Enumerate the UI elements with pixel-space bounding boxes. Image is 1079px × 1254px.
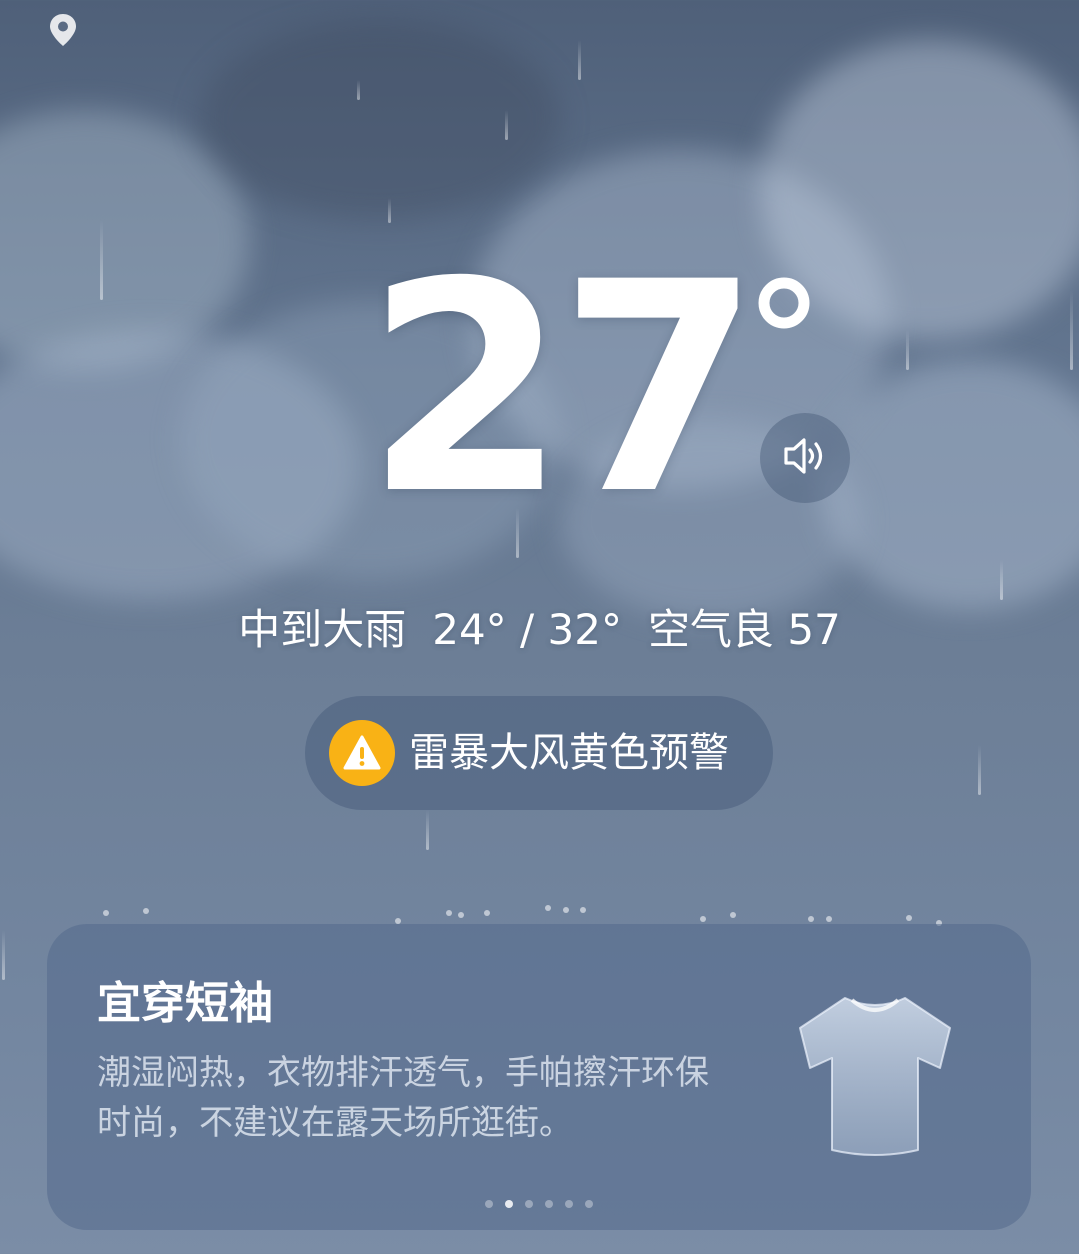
weather-alert-button[interactable]: 雷暴大风黄色预警 xyxy=(305,696,773,810)
page-dot xyxy=(485,1200,493,1208)
weather-summary: 中到大雨 24° / 32° 空气良 57 xyxy=(0,602,1079,658)
current-temperature: 27 xyxy=(365,221,761,558)
clothing-tip-card[interactable]: 宜穿短袖 潮湿闷热，衣物排汗透气，手帕擦汗环保时尚，不建议在露天场所逛街。 xyxy=(47,924,1031,1230)
page-dot xyxy=(565,1200,573,1208)
speaker-button[interactable] xyxy=(760,413,850,503)
page-dot xyxy=(585,1200,593,1208)
alert-text: 雷暴大风黄色预警 xyxy=(409,730,729,776)
temperature-range: 24° / 32° xyxy=(432,605,622,654)
degree-icon xyxy=(750,258,820,348)
weather-condition: 中到大雨 xyxy=(238,605,407,654)
page-dot xyxy=(545,1200,553,1208)
location-pin-icon[interactable] xyxy=(47,12,79,48)
tip-title: 宜穿短袖 xyxy=(97,978,273,1029)
tip-pagination xyxy=(47,1200,1031,1208)
tip-description: 潮湿闷热，衣物排汗透气，手帕擦汗环保时尚，不建议在露天场所逛街。 xyxy=(97,1053,709,1143)
page-dot-active xyxy=(505,1200,513,1208)
page-dot xyxy=(525,1200,533,1208)
tshirt-icon xyxy=(790,990,960,1162)
speaker-icon xyxy=(782,434,828,482)
air-quality[interactable]: 空气良 57 xyxy=(648,602,841,658)
warning-icon xyxy=(329,720,395,786)
